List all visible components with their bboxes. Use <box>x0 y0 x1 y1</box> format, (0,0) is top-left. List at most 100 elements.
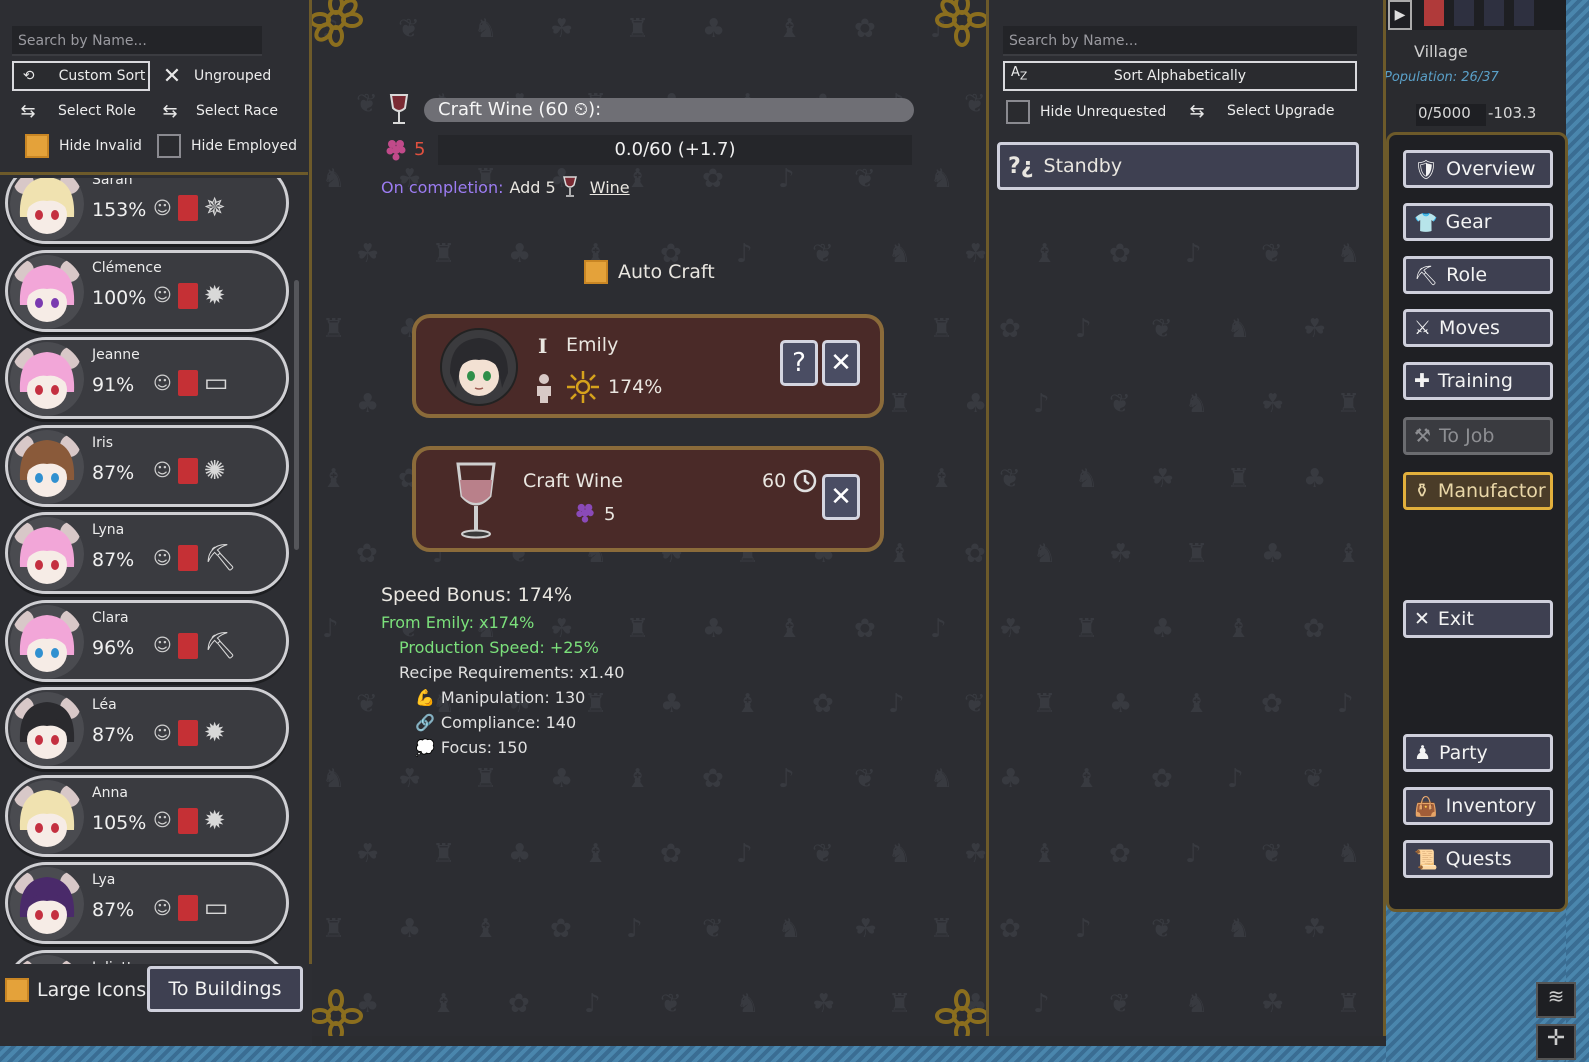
gear-button[interactable]: 👕 Gear <box>1403 203 1553 241</box>
remove-recipe-button[interactable]: ✕ <box>822 474 860 520</box>
help-button[interactable]: ? <box>780 340 818 386</box>
auto-craft-checkbox[interactable] <box>584 260 608 284</box>
character-card[interactable]: Juliette☺ <box>5 949 289 964</box>
overview-button[interactable]: 🛡 Overview <box>1403 150 1553 188</box>
manipulation-stat: 💪 Manipulation: 130 <box>381 685 624 710</box>
wine-item-link[interactable]: Wine <box>590 178 630 197</box>
character-card[interactable]: Clara 96% ☺ ⛏ <box>5 599 289 682</box>
inventory-button[interactable]: 👜 Inventory <box>1403 787 1553 825</box>
character-card[interactable]: Clémence 100% ☺ ✹ <box>5 249 289 332</box>
background-glyph: ♪ <box>778 164 795 194</box>
play-button[interactable]: ▶ <box>1388 0 1412 30</box>
background-glyph: ❦ <box>999 464 1021 494</box>
role-button[interactable]: ⛏ Role <box>1403 256 1553 294</box>
background-glyph: ♞ <box>736 989 760 1019</box>
to-buildings-button[interactable]: To Buildings <box>147 966 303 1012</box>
on-completion-line: On completion: Add 5 Wine <box>381 175 630 199</box>
background-glyph: ♞ <box>1033 539 1057 569</box>
focus-stat: 💭 Focus: 150 <box>381 735 624 760</box>
moves-label: Moves <box>1439 317 1500 339</box>
role-icon <box>177 370 198 396</box>
quests-button[interactable]: 📜 Quests <box>1403 840 1553 878</box>
character-card[interactable]: Lya 87% ☺ ▭ <box>5 862 289 944</box>
background-glyph: ☘ <box>1261 989 1285 1019</box>
race-icon: ☺ <box>153 460 172 481</box>
auto-craft-toggle[interactable]: Auto Craft <box>584 260 715 284</box>
exit-button[interactable]: ✕ Exit <box>1403 600 1553 638</box>
character-card[interactable]: Sarah 153% ☺ ✵ <box>5 178 289 244</box>
background-glyph: ♞ <box>888 239 912 269</box>
overview-label: Overview <box>1446 158 1536 180</box>
speed-level-3[interactable] <box>1484 0 1504 26</box>
background-glyph: ♜ <box>1227 464 1251 494</box>
speed-bonus-total: Speed Bonus: 174% <box>381 583 573 606</box>
skill-icon: ▭ <box>203 368 229 398</box>
manufactor-button[interactable]: ⚱ Manufactor <box>1403 472 1553 510</box>
background-glyph: ❦ <box>1261 239 1283 269</box>
hide-unrequested-label: Hide Unrequested <box>1040 104 1167 120</box>
custom-sort-button[interactable]: ⟲ Custom Sort <box>12 61 150 91</box>
character-efficiency: 87% <box>92 549 135 571</box>
select-race-button[interactable]: ⇆ Select Race <box>158 99 278 123</box>
ungrouped-button[interactable]: ✕ Ungrouped <box>160 64 272 89</box>
inventory-label: Inventory <box>1445 795 1537 817</box>
hide-unrequested-checkbox[interactable] <box>1006 100 1030 124</box>
flower-ornament-icon <box>935 989 986 1036</box>
speed-level-2[interactable] <box>1454 0 1474 26</box>
party-button[interactable]: ♟ Party <box>1403 734 1553 772</box>
recipe-card[interactable]: Craft Wine 60 5 ✕ <box>412 446 884 552</box>
skill-icon: ✹ <box>203 718 226 748</box>
task-search-input[interactable]: Search by Name... <box>1003 26 1357 56</box>
moves-button[interactable]: ⚔ Moves <box>1403 309 1553 347</box>
character-traits: ☺ ▭ <box>153 893 228 923</box>
remove-worker-button[interactable]: ✕ <box>822 340 860 386</box>
character-card[interactable]: Iris 87% ☺ ✺ <box>5 424 289 507</box>
hide-employed-toggle[interactable]: Hide Employed <box>157 134 297 158</box>
background-glyph: ♜ <box>626 14 650 44</box>
character-search-input[interactable]: Search by Name... <box>12 26 262 56</box>
character-efficiency: 96% <box>92 636 135 659</box>
background-glyph: ♜ <box>474 764 498 794</box>
worker-name: Emily <box>566 334 619 356</box>
large-icons-toggle[interactable]: Large Icons <box>5 978 146 1002</box>
speed-level-1[interactable] <box>1424 0 1444 26</box>
background-glyph: ☘ <box>1261 389 1285 419</box>
character-card[interactable]: Jeanne 91% ☺ ▭ <box>5 337 289 419</box>
move-button[interactable]: ✛ <box>1536 1024 1576 1060</box>
sort-alphabetically-button[interactable]: AZ Sort Alphabetically <box>1003 61 1357 91</box>
hammer-icon: ⚒ <box>1414 425 1432 447</box>
arm-icon: 💪 <box>415 688 435 707</box>
character-card[interactable]: Léa 87% ☺ ✹ <box>5 687 289 769</box>
background-glyph: ☘ <box>1303 914 1327 944</box>
recipe-cost: 5 <box>604 504 616 525</box>
standby-button[interactable]: ?¿ Standby <box>997 142 1359 190</box>
speed-level-4[interactable] <box>1514 0 1534 26</box>
layers-button[interactable]: ≋ <box>1536 982 1576 1018</box>
hide-employed-checkbox[interactable] <box>157 134 181 158</box>
background-glyph: ☘ <box>356 239 380 269</box>
character-avatar <box>10 692 84 766</box>
training-button[interactable]: ✚ Training <box>1403 362 1553 400</box>
character-traits: ☺ ⛏ <box>153 631 237 661</box>
large-icons-checkbox[interactable] <box>5 978 29 1002</box>
select-upgrade-button[interactable]: ⇆ Select Upgrade <box>1185 99 1334 123</box>
character-list[interactable]: Sarah 153% ☺ ✵ Clémence 100% ☺ ✹ Jeanne 91% ☺ ▭ Iris… <box>0 178 296 964</box>
character-card[interactable]: Anna 105% ☺ ✹ <box>5 774 289 857</box>
background-glyph: ❦ <box>1109 389 1131 419</box>
select-role-button[interactable]: ⇆ Select Role <box>16 99 135 123</box>
background-glyph: ♣ <box>702 14 726 44</box>
background-glyph: ❦ <box>964 689 986 719</box>
hide-unrequested-toggle[interactable]: Hide Unrequested <box>1006 100 1166 124</box>
shirt-icon: 👕 <box>1414 211 1438 234</box>
assigned-worker-card[interactable]: I Emily 174% ? ✕ <box>412 314 884 418</box>
to-job-button[interactable]: ⚒ To Job <box>1403 417 1553 455</box>
character-card[interactable]: Lyna 87% ☺ ⛏ <box>5 512 289 594</box>
craft-progress-bar: 0.0/60 (+1.7) <box>438 135 912 165</box>
character-list-scrollbar[interactable] <box>294 280 299 550</box>
character-efficiency: 105% <box>92 811 147 834</box>
auto-craft-label: Auto Craft <box>618 261 715 283</box>
background-glyph: ☘ <box>1303 314 1327 344</box>
background-glyph: ♣ <box>1151 614 1175 644</box>
hide-invalid-checkbox[interactable] <box>25 134 49 158</box>
hide-invalid-toggle[interactable]: Hide Invalid <box>25 134 142 158</box>
